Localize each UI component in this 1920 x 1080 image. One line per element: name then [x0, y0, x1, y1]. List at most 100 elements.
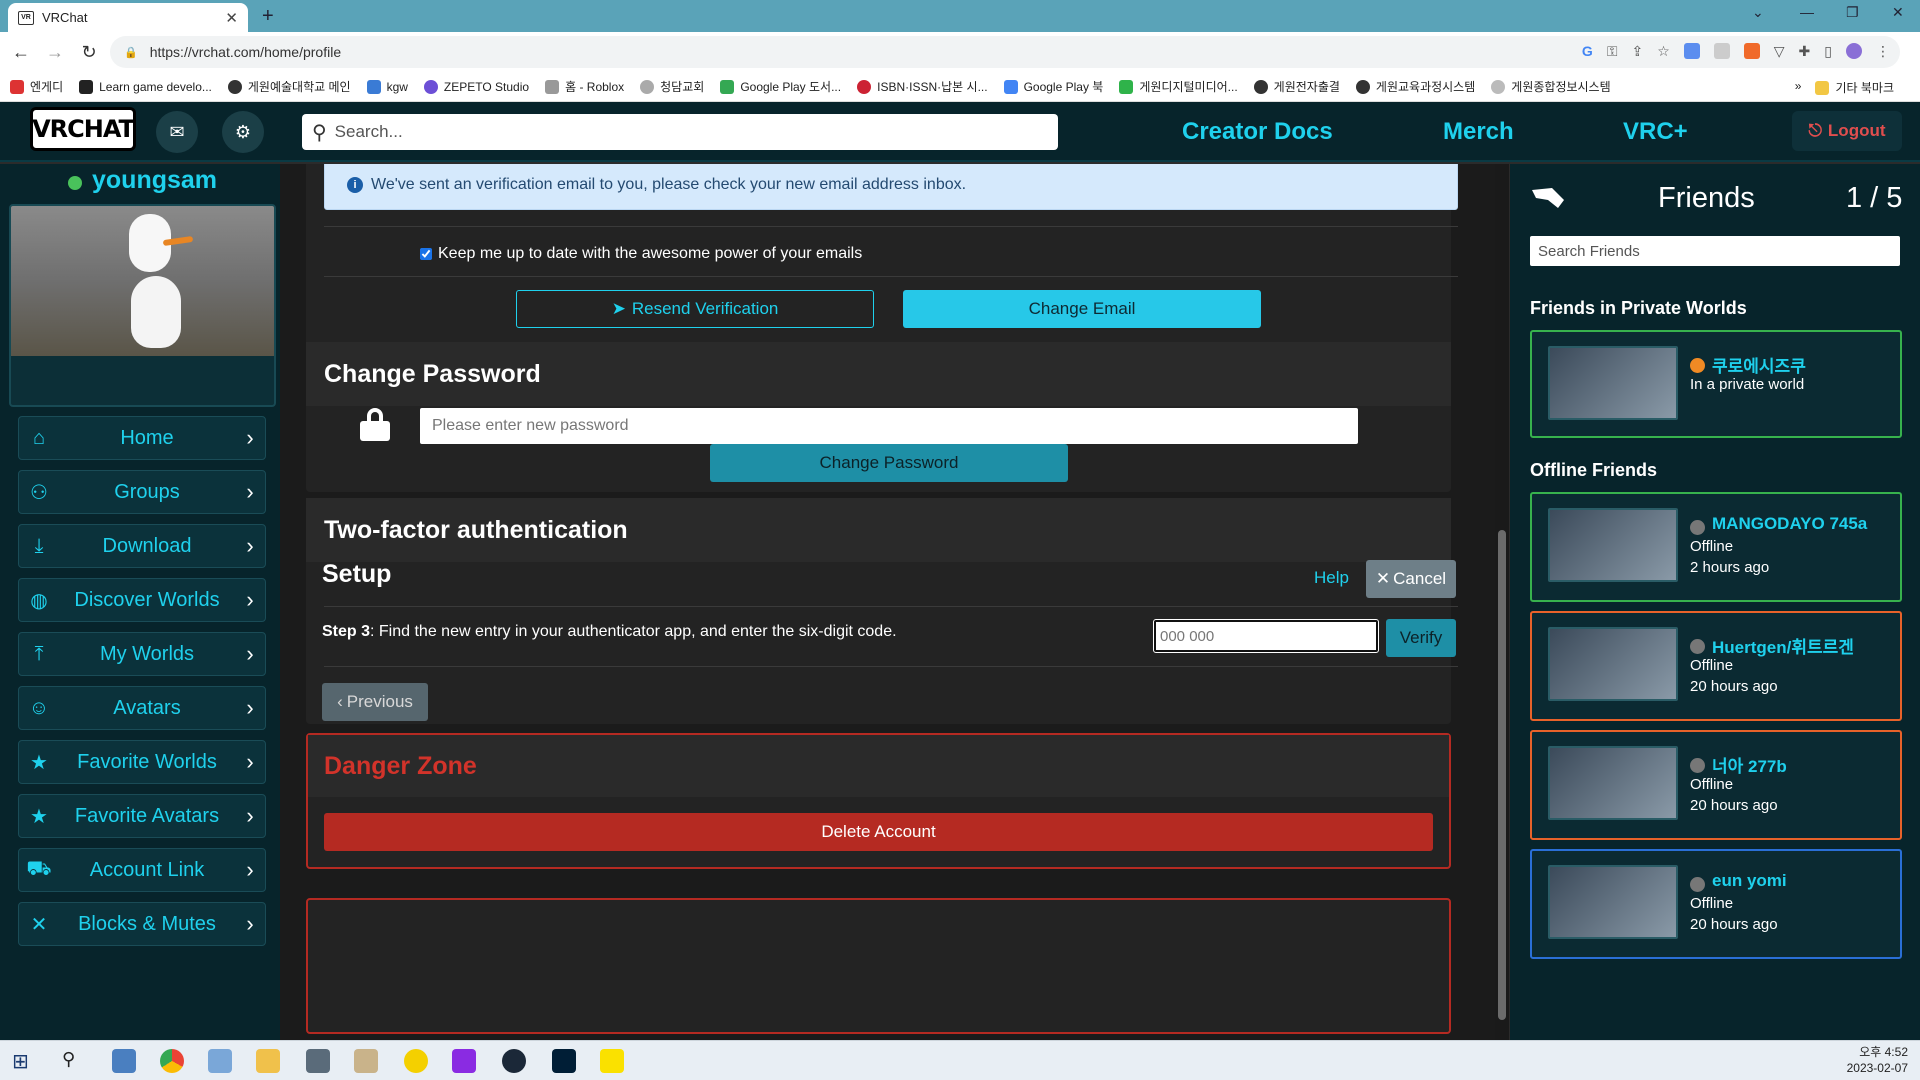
key-icon[interactable]: ⚿: [1607, 43, 1618, 60]
previous-button[interactable]: ‹ Previous: [322, 683, 428, 721]
app-icon[interactable]: [112, 1049, 136, 1073]
friend-card[interactable]: 쿠로에시즈쿠 In a private world: [1530, 330, 1902, 438]
back-icon[interactable]: ←: [8, 42, 34, 63]
chrome-icon[interactable]: [160, 1049, 184, 1073]
bookmark-item[interactable]: kgw: [366, 79, 408, 94]
bookmark-item[interactable]: 게원예술대학교 메인: [227, 78, 351, 95]
verify-button[interactable]: Verify: [1386, 619, 1456, 657]
search-icon[interactable]: ⚲: [62, 1049, 86, 1073]
site-search[interactable]: ⚲: [302, 114, 1058, 150]
bookmark-item[interactable]: 게원디지털미디어...: [1119, 78, 1238, 95]
new-tab-button[interactable]: +: [262, 5, 274, 28]
orange-extension-icon[interactable]: [1743, 43, 1760, 59]
sidebar-item-home[interactable]: ⌂ Home ›: [18, 416, 266, 460]
settings-gears-icon[interactable]: ⚙: [222, 111, 264, 153]
logout-button[interactable]: ⎋ Logout: [1792, 111, 1902, 151]
help-link[interactable]: Help: [1314, 568, 1349, 588]
side-panel-icon[interactable]: ▯: [1824, 43, 1832, 60]
camera-extension-icon[interactable]: [1713, 43, 1730, 59]
profile-avatar[interactable]: [1846, 43, 1862, 59]
sidebar-item-download[interactable]: ⤓ Download ›: [18, 524, 266, 568]
menu-kebab-icon[interactable]: ⋮: [1876, 43, 1890, 60]
sidebar-item-blocks-mutes[interactable]: ✕ Blocks & Mutes ›: [18, 902, 266, 946]
other-bookmarks-folder[interactable]: 기타 북마크: [1815, 79, 1894, 96]
bookmark-item[interactable]: 게원전자출결: [1253, 78, 1340, 95]
page-scrollbar-thumb[interactable]: [1498, 530, 1506, 1020]
delete-account-button[interactable]: Delete Account: [324, 813, 1433, 851]
sidebar-item-groups[interactable]: ⚇ Groups ›: [18, 470, 266, 514]
change-email-button[interactable]: Change Email: [903, 290, 1261, 328]
search-friends-input[interactable]: [1530, 236, 1900, 266]
friend-status-dot: [1690, 758, 1705, 773]
tab-search-icon[interactable]: ⌄: [1752, 4, 1764, 21]
bookmark-item[interactable]: ISBN·ISSN·납본 시...: [857, 78, 988, 95]
friend-card[interactable]: Huertgen/휘트르겐 Offline 20 hours ago: [1530, 611, 1902, 721]
photoshop-icon[interactable]: [552, 1049, 576, 1073]
friend-card[interactable]: MANGODAYO 745a Offline 2 hours ago: [1530, 492, 1902, 602]
sidebar-item-my-worlds[interactable]: ⤒ My Worlds ›: [18, 632, 266, 676]
app-icon[interactable]: [404, 1049, 428, 1073]
sidebar-item-discover-worlds[interactable]: ◍ Discover Worlds ›: [18, 578, 266, 622]
kakaotalk-icon[interactable]: [600, 1049, 624, 1073]
vrchat-logo[interactable]: VRCHAT: [30, 107, 136, 151]
extensions-puzzle-icon[interactable]: ✚: [1799, 43, 1811, 60]
windows-start-icon[interactable]: ⊞: [12, 1049, 36, 1073]
minimize-button[interactable]: —: [1800, 4, 1814, 20]
file-explorer-icon[interactable]: [256, 1049, 280, 1073]
avatar-card[interactable]: [9, 204, 276, 407]
cancel-button[interactable]: ✕ Cancel: [1366, 560, 1456, 598]
bookmark-item[interactable]: 게원종합정보시스템: [1491, 78, 1611, 95]
forward-icon[interactable]: →: [42, 42, 68, 63]
divider: [324, 666, 1458, 667]
six-digit-code-input[interactable]: [1153, 619, 1379, 653]
url-field[interactable]: 🔒 https://vrchat.com/home/profile G ⚿ ⇪ …: [110, 36, 1900, 68]
close-window-button[interactable]: ✕: [1892, 4, 1904, 21]
filter-extension-icon[interactable]: ▽: [1774, 43, 1785, 60]
change-password-button[interactable]: Change Password: [710, 444, 1068, 482]
envelope-icon[interactable]: ✉: [156, 111, 198, 153]
username[interactable]: youngsam: [92, 166, 217, 195]
bookmark-favicon-icon: [10, 79, 24, 94]
bookmark-item[interactable]: Learn game develo...: [79, 79, 212, 94]
close-tab-icon[interactable]: ✕: [225, 9, 238, 27]
sidebar-item-avatars[interactable]: ☺ Avatars ›: [18, 686, 266, 730]
bookmark-item[interactable]: Google Play 북: [1003, 78, 1103, 95]
share-icon[interactable]: ⇪: [1631, 43, 1643, 60]
translate-extension-icon[interactable]: [1683, 43, 1700, 59]
bookmarks-overflow-button[interactable]: »: [1795, 79, 1802, 96]
reload-icon[interactable]: ↻: [76, 42, 102, 63]
app-icon[interactable]: [354, 1049, 378, 1073]
sidebar-item-favorite-worlds[interactable]: ★ Favorite Worlds ›: [18, 740, 266, 784]
bookmark-favicon-icon: [366, 79, 381, 94]
bookmark-item[interactable]: Google Play 도서...: [720, 78, 841, 95]
danger-zone-panel: Danger Zone Delete Account: [306, 733, 1451, 869]
new-password-input[interactable]: [420, 408, 1358, 444]
newsletter-checkbox[interactable]: [420, 248, 432, 260]
browser-tab[interactable]: VR VRChat ✕: [8, 3, 248, 32]
bookmark-favicon-icon: [1355, 79, 1370, 94]
steam-icon[interactable]: [502, 1049, 526, 1073]
bookmark-favicon-icon: [545, 79, 560, 94]
friend-card[interactable]: 너아 277b Offline 20 hours ago: [1530, 730, 1902, 840]
search-input[interactable]: [334, 122, 1015, 142]
resend-verification-button[interactable]: ➤ Resend Verification: [516, 290, 874, 328]
restore-button[interactable]: ❐: [1846, 4, 1859, 21]
sidebar-item-favorite-avatars[interactable]: ★ Favorite Avatars ›: [18, 794, 266, 838]
bookmark-item[interactable]: ZEPETO Studio: [423, 79, 529, 94]
clock[interactable]: 오후 4:52 2023-02-07: [1847, 1044, 1908, 1076]
merch-link[interactable]: Merch: [1443, 118, 1514, 146]
app-icon[interactable]: [208, 1049, 232, 1073]
bookmark-item[interactable]: 게원교육과정시스템: [1355, 78, 1475, 95]
calculator-icon[interactable]: [306, 1049, 330, 1073]
creator-docs-link[interactable]: Creator Docs: [1182, 118, 1333, 146]
bookmark-item[interactable]: 엔게디: [10, 78, 63, 95]
friend-name: eun yomi: [1712, 871, 1787, 890]
sidebar-item-account-link[interactable]: ⛟ Account Link ›: [18, 848, 266, 892]
friend-card[interactable]: eun yomi Offline 20 hours ago: [1530, 849, 1902, 959]
bookmark-item[interactable]: 청담교회: [640, 78, 704, 95]
bookmark-item[interactable]: 홈 - Roblox: [545, 78, 624, 95]
google-icon[interactable]: G: [1582, 43, 1593, 60]
app-icon[interactable]: [452, 1049, 476, 1073]
bookmark-star-icon[interactable]: ☆: [1657, 43, 1670, 60]
vrc-plus-link[interactable]: VRC+: [1623, 118, 1688, 146]
